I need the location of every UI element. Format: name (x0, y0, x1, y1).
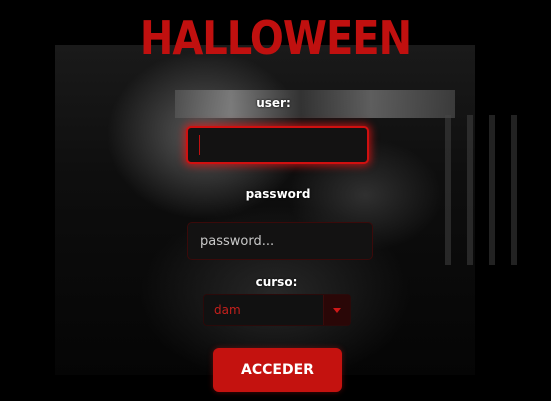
password-input[interactable] (187, 222, 373, 260)
chevron-down-icon[interactable] (323, 295, 350, 325)
password-label: password (245, 187, 311, 201)
user-input[interactable] (186, 126, 369, 164)
acceder-button[interactable]: ACCEDER (213, 348, 342, 392)
login-page: HALLOWEEN user: password curso: dam ACCE… (0, 0, 551, 401)
curso-selected-value: dam (214, 303, 241, 317)
page-title: HALLOWEEN (139, 12, 412, 66)
user-label: user: (256, 96, 291, 110)
text-caret (199, 135, 200, 155)
curso-label: curso: (255, 275, 298, 289)
curso-select[interactable]: dam (203, 294, 351, 326)
